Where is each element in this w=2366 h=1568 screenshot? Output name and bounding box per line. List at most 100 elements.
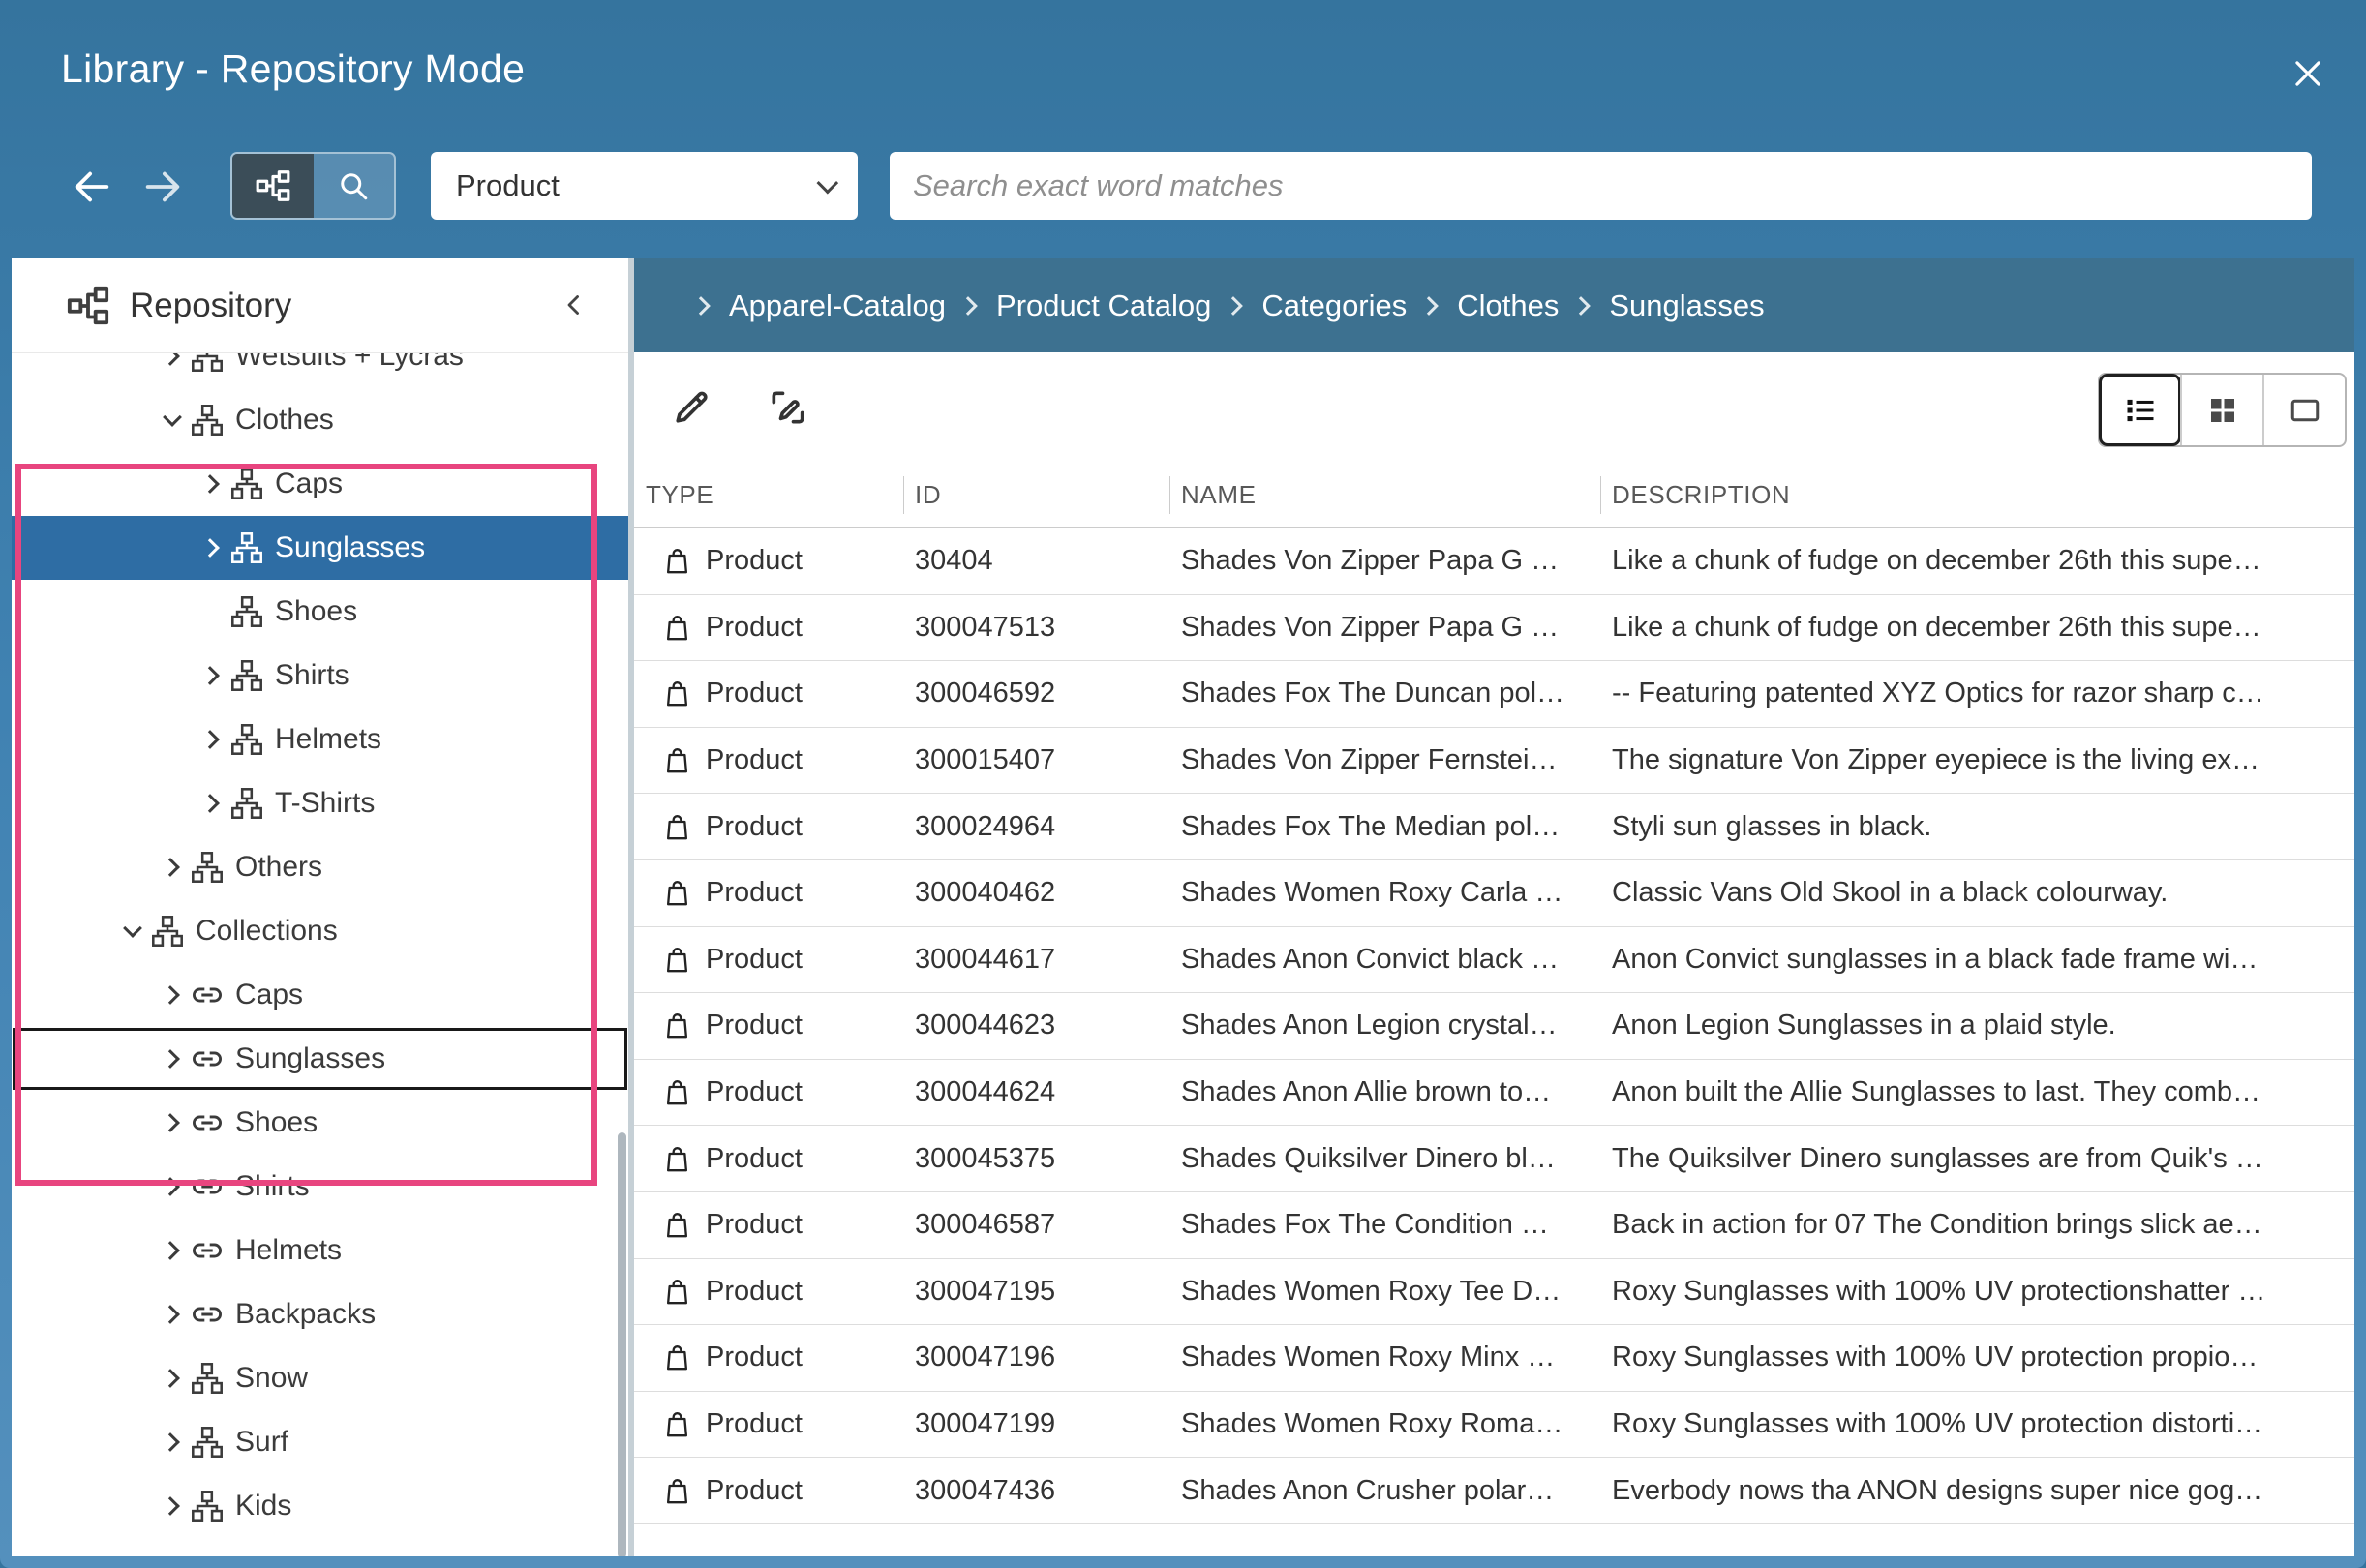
table-row[interactable]: Product300047199Shades Women Roxy Roma…R… — [634, 1392, 2354, 1459]
row-name: Shades Fox The Condition … — [1169, 1209, 1600, 1241]
chevron-down-icon — [817, 172, 839, 195]
search-mode-button[interactable] — [314, 154, 395, 218]
table-row[interactable]: Product300046592Shades Fox The Duncan po… — [634, 661, 2354, 728]
collapse-sidebar-button[interactable] — [553, 284, 595, 326]
tree-item-clothes[interactable]: Clothes — [12, 388, 628, 452]
chevron-right-icon[interactable] — [154, 352, 190, 375]
chevron-right-icon[interactable] — [154, 1105, 190, 1141]
table-row[interactable]: Product300040462Shades Women Roxy Carla … — [634, 860, 2354, 927]
tree-item-helmets[interactable]: Helmets — [12, 1219, 628, 1282]
chevron-right-icon[interactable] — [154, 1041, 190, 1077]
chevron-right-icon[interactable] — [154, 1297, 190, 1333]
tree-item-helmets[interactable]: Helmets — [12, 708, 628, 771]
table-row[interactable]: Product300044623Shades Anon Legion cryst… — [634, 993, 2354, 1060]
row-description: Anon Convict sunglasses in a black fade … — [1600, 944, 2354, 976]
tree-item-wetsuits-lycras[interactable]: Wetsuits + Lycras — [12, 352, 628, 388]
chevron-right-icon[interactable] — [194, 467, 229, 502]
row-description: -- Featuring patented XYZ Optics for raz… — [1600, 678, 2354, 709]
chevron-right-icon[interactable] — [194, 658, 229, 694]
link-icon — [190, 1169, 225, 1204]
row-description: Anon Legion Sunglasses in a plaid style. — [1600, 1010, 2354, 1041]
tree-item-label: Caps — [235, 979, 303, 1011]
chevron-right-icon[interactable] — [154, 850, 190, 886]
table-row[interactable]: Product30404Shades Von Zipper Papa G …Li… — [634, 528, 2354, 595]
row-type: Product — [706, 944, 803, 976]
row-type: Product — [706, 1143, 803, 1175]
shopping-bag-icon — [661, 678, 693, 709]
chevron-right-icon[interactable] — [154, 1489, 190, 1524]
row-type: Product — [706, 744, 803, 776]
table-row[interactable]: Product300047196Shades Women Roxy Minx …… — [634, 1325, 2354, 1392]
grid-view-button[interactable] — [2180, 375, 2262, 445]
chevron-right-icon[interactable] — [194, 786, 229, 822]
row-description: Roxy Sunglasses with 100% UV protection … — [1600, 1408, 2354, 1440]
breadcrumb-item-categories[interactable]: Categories — [1261, 288, 1407, 323]
back-button[interactable] — [68, 163, 116, 211]
tree-item-others[interactable]: Others — [12, 835, 628, 899]
breadcrumb-item-product-catalog[interactable]: Product Catalog — [996, 288, 1211, 323]
row-description: Roxy Sunglasses with 100% UV protection … — [1600, 1342, 2354, 1373]
table-row[interactable]: Product300047513Shades Von Zipper Papa G… — [634, 595, 2354, 662]
tree-item-caps[interactable]: Caps — [12, 963, 628, 1027]
table-row[interactable]: Product300015407Shades Von Zipper Fernst… — [634, 728, 2354, 795]
tree-item-shoes[interactable]: Shoes — [12, 1091, 628, 1155]
breadcrumb-chevron-icon — [1224, 296, 1243, 316]
table-row[interactable]: Product300044624Shades Anon Allie brown … — [634, 1060, 2354, 1127]
chevron-right-icon[interactable] — [154, 1169, 190, 1205]
edit-button[interactable] — [661, 377, 721, 437]
row-id: 300045375 — [903, 1143, 1169, 1175]
chevron-right-icon[interactable] — [154, 1233, 190, 1269]
tree-item-collections[interactable]: Collections — [12, 899, 628, 963]
open-in-form-button[interactable] — [758, 377, 818, 437]
forward-button[interactable] — [138, 163, 187, 211]
tree-item-kids[interactable]: Kids — [12, 1474, 628, 1538]
row-name: Shades Women Roxy Tee D… — [1169, 1276, 1600, 1308]
column-header-id[interactable]: ID — [903, 464, 1169, 527]
tree-item-caps[interactable]: Caps — [12, 452, 628, 516]
tree-item-label: Shoes — [235, 1106, 318, 1139]
type-filter-select[interactable]: Product — [431, 152, 858, 220]
tree-item-shirts[interactable]: Shirts — [12, 644, 628, 708]
tree-item-label: Helmets — [275, 723, 381, 756]
table-row[interactable]: Product300047436Shades Anon Crusher pola… — [634, 1458, 2354, 1524]
arrow-right-icon — [140, 165, 185, 209]
table-row[interactable]: Product300024964Shades Fox The Median po… — [634, 794, 2354, 860]
chevron-right-icon[interactable] — [154, 1361, 190, 1397]
breadcrumb-item-apparel-catalog[interactable]: Apparel-Catalog — [729, 288, 946, 323]
table-row[interactable]: Product300046587Shades Fox The Condition… — [634, 1192, 2354, 1259]
row-id: 300044617 — [903, 944, 1169, 976]
chevron-right-icon[interactable] — [154, 1425, 190, 1461]
close-button[interactable] — [2285, 50, 2331, 97]
table-row[interactable]: Product300047195Shades Women Roxy Tee D…… — [634, 1259, 2354, 1326]
repository-mode-button[interactable] — [232, 154, 314, 218]
tree-item-shirts[interactable]: Shirts — [12, 1155, 628, 1219]
tree-item-label: Surf — [235, 1426, 288, 1459]
tree-item-backpacks[interactable]: Backpacks — [12, 1282, 628, 1346]
tree-item-shoes[interactable]: Shoes — [12, 580, 628, 644]
category-icon — [229, 594, 264, 629]
tree-item-sunglasses[interactable]: Sunglasses — [12, 1027, 628, 1091]
table-row[interactable]: Product300045375Shades Quiksilver Dinero… — [634, 1126, 2354, 1192]
magnifier-icon — [336, 168, 371, 203]
chevron-right-icon[interactable] — [154, 978, 190, 1013]
chevron-right-icon[interactable] — [194, 530, 229, 566]
table-row[interactable]: Product300044617Shades Anon Convict blac… — [634, 927, 2354, 994]
tree-item-surf[interactable]: Surf — [12, 1410, 628, 1474]
view-switcher — [2098, 373, 2347, 447]
row-id: 30404 — [903, 545, 1169, 577]
column-header-name[interactable]: NAME — [1169, 464, 1600, 527]
chevron-right-icon[interactable] — [194, 722, 229, 758]
sidebar-scrollbar-thumb[interactable] — [618, 1132, 626, 1556]
breadcrumb-item-sunglasses[interactable]: Sunglasses — [1609, 288, 1764, 323]
column-header-type[interactable]: TYPE — [634, 464, 903, 527]
column-header-description[interactable]: DESCRIPTION — [1600, 464, 2354, 527]
tree-item-t-shirts[interactable]: T-Shirts — [12, 771, 628, 835]
list-view-button[interactable] — [2100, 375, 2180, 445]
chevron-down-icon[interactable] — [154, 403, 190, 438]
tree-item-sunglasses[interactable]: Sunglasses — [12, 516, 628, 580]
chevron-down-icon[interactable] — [114, 914, 150, 950]
card-view-button[interactable] — [2262, 375, 2345, 445]
tree-item-snow[interactable]: Snow — [12, 1346, 628, 1410]
search-input[interactable] — [890, 152, 2312, 220]
breadcrumb-item-clothes[interactable]: Clothes — [1457, 288, 1559, 323]
